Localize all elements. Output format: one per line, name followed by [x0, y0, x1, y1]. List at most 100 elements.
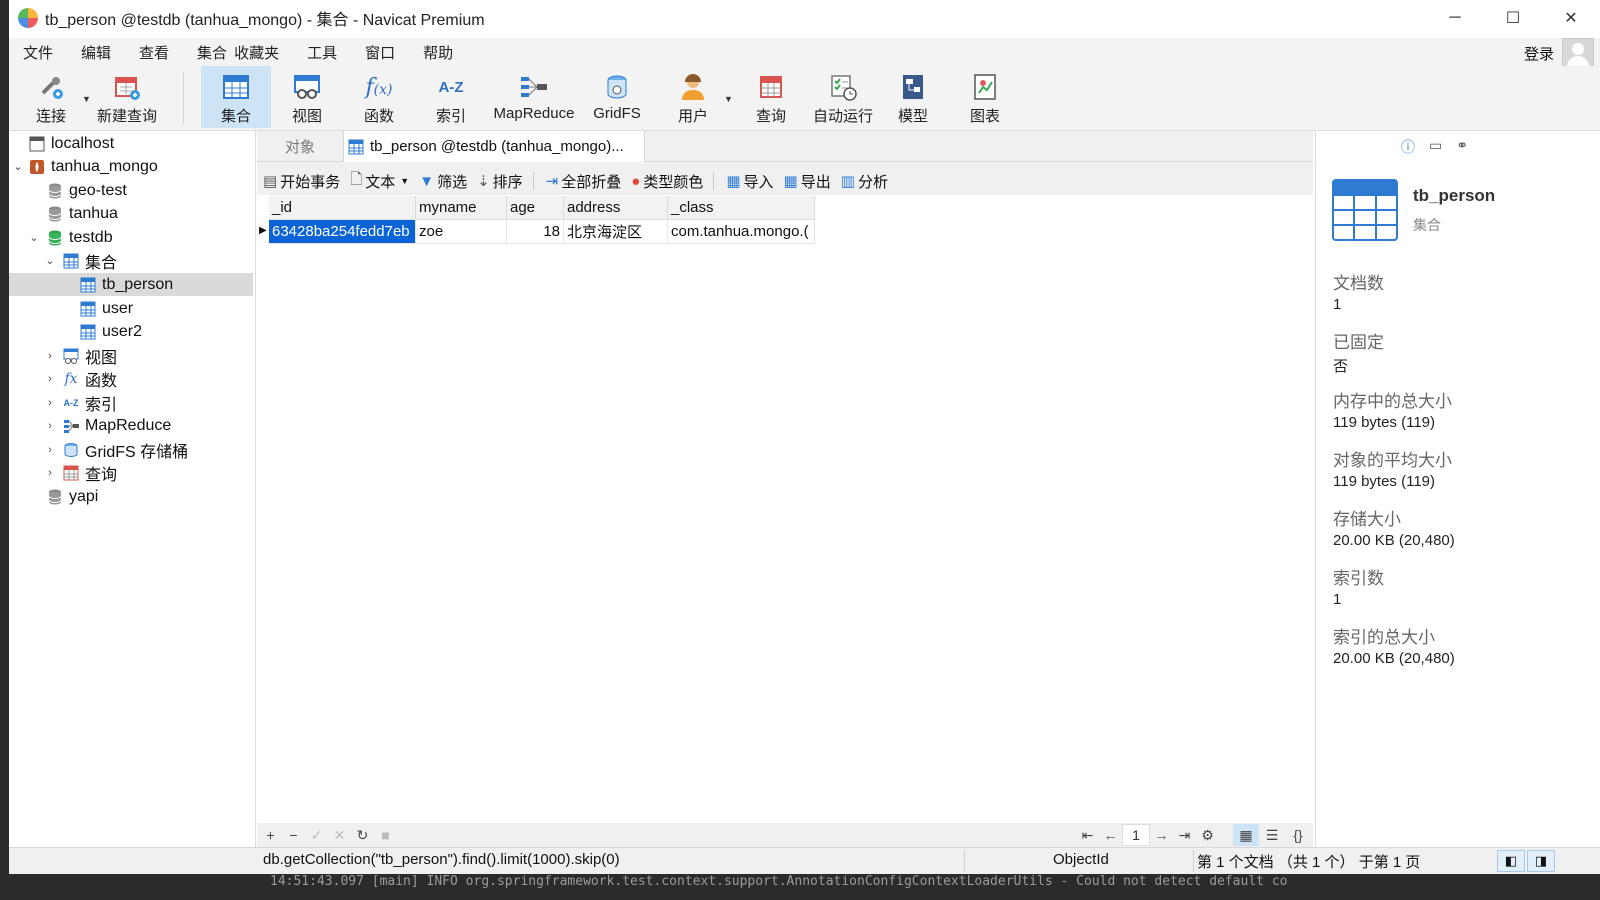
- toolbar-model-button[interactable]: 模型: [883, 66, 943, 128]
- column-header-myname[interactable]: myname: [415, 196, 507, 220]
- toolbar-collection-button[interactable]: 集合: [201, 66, 271, 128]
- cell-class[interactable]: com.tanhua.mongo.(: [667, 219, 815, 244]
- close-button[interactable]: ✕: [1542, 0, 1600, 36]
- grid-view-icon[interactable]: ▦: [1233, 824, 1259, 846]
- toolbar-label: 查询: [755, 108, 786, 125]
- toolbar-gridfs-button[interactable]: GridFS: [587, 66, 647, 128]
- tree-view-icon[interactable]: ☰: [1259, 827, 1285, 844]
- info-icon[interactable]: ⓘ: [1401, 137, 1415, 157]
- delete-record-icon[interactable]: −: [282, 827, 305, 843]
- login-link[interactable]: 登录: [1524, 43, 1554, 64]
- apply-changes-icon[interactable]: ✓: [305, 827, 328, 844]
- dependency-icon[interactable]: ⚭: [1456, 137, 1468, 157]
- expand-arrow-icon[interactable]: ›: [44, 467, 56, 479]
- tree-node-tb-person[interactable]: tb_person: [9, 273, 253, 296]
- column-header-age[interactable]: age: [506, 196, 564, 220]
- mongo-connection-icon: [29, 159, 45, 175]
- tree-node-user2[interactable]: user2: [80, 320, 253, 343]
- tab-tb-person[interactable]: tb_person @testdb (tanhua_mongo)...: [343, 131, 645, 162]
- minimize-button[interactable]: ─: [1426, 0, 1484, 36]
- column-header-address[interactable]: address: [563, 196, 668, 220]
- tree-node-testdb[interactable]: ⌄ testdb: [9, 226, 253, 249]
- menu-file[interactable]: 文件: [9, 42, 67, 63]
- expand-arrow-icon[interactable]: ›: [44, 350, 56, 362]
- tree-node-queries[interactable]: › 查询: [9, 461, 253, 484]
- toolbar-function-button[interactable]: f(x) 函数: [349, 66, 409, 128]
- filter-button[interactable]: ▼ 筛选: [419, 171, 467, 192]
- tab-objects[interactable]: 对象: [257, 131, 343, 161]
- menu-view[interactable]: 查看: [125, 42, 183, 63]
- refresh-icon[interactable]: ↻: [351, 827, 374, 844]
- tree-node-tanhua-mongo[interactable]: ⌄ tanhua_mongo: [9, 155, 253, 178]
- collection-large-icon: [1332, 179, 1398, 245]
- column-header-class[interactable]: _class: [667, 196, 815, 220]
- sort-button[interactable]: ⇣ 排序: [477, 171, 523, 192]
- collapse-arrow-icon[interactable]: ⌄: [12, 160, 24, 173]
- table-row[interactable]: 63428ba254fedd7eb zoe 18 北京海淀区 com.tanhu…: [269, 219, 815, 244]
- tree-node-mapreduce[interactable]: › MapReduce: [9, 414, 253, 437]
- settings-gear-icon[interactable]: ⚙: [1196, 827, 1219, 844]
- toolbar-automation-button[interactable]: 自动运行: [809, 66, 877, 128]
- add-record-icon[interactable]: +: [259, 827, 282, 843]
- menu-window[interactable]: 窗口: [351, 42, 409, 63]
- tree-node-tanhua[interactable]: tanhua: [47, 202, 253, 225]
- toolbar-index-button[interactable]: A-Z 索引: [421, 66, 481, 128]
- toolbar-mapreduce-button[interactable]: MapReduce: [489, 66, 579, 128]
- tree-node-user[interactable]: user: [80, 297, 253, 320]
- menu-tools[interactable]: 工具: [293, 42, 351, 63]
- tree-node-collections[interactable]: ⌄ 集合: [9, 249, 253, 272]
- expand-arrow-icon[interactable]: ›: [44, 444, 56, 456]
- cell-address[interactable]: 北京海淀区: [563, 219, 668, 244]
- expand-arrow-icon[interactable]: ›: [44, 420, 56, 432]
- menu-help[interactable]: 帮助: [409, 42, 467, 63]
- toolbar-connection-button[interactable]: 连接: [23, 66, 79, 128]
- menu-edit[interactable]: 编辑: [67, 42, 125, 63]
- color-icon: ●: [631, 172, 641, 190]
- maximize-button[interactable]: ☐: [1484, 0, 1542, 36]
- menu-collection[interactable]: 集合: [183, 42, 232, 63]
- menu-favorites[interactable]: 收藏夹: [232, 42, 293, 63]
- ddl-icon[interactable]: ▭: [1429, 137, 1442, 157]
- export-button[interactable]: ▦ 导出: [784, 171, 831, 192]
- cell-id[interactable]: 63428ba254fedd7eb: [269, 219, 416, 244]
- json-view-icon[interactable]: {}: [1285, 827, 1311, 843]
- cell-age[interactable]: 18: [506, 219, 564, 244]
- column-header-id[interactable]: _id: [269, 196, 416, 220]
- tree-node-gridfs[interactable]: › GridFS 存储桶: [9, 438, 253, 461]
- toolbar-new-query-button[interactable]: 新建查询: [95, 66, 159, 128]
- page-number-field[interactable]: 1: [1122, 824, 1150, 846]
- connection-dropdown-icon[interactable]: ▼: [82, 94, 91, 104]
- toolbar-user-button[interactable]: 用户: [665, 66, 721, 128]
- toolbar-chart-button[interactable]: 图表: [955, 66, 1015, 128]
- tree-node-geo-test[interactable]: geo-test: [47, 179, 253, 202]
- tree-node-yapi[interactable]: yapi: [47, 485, 253, 508]
- expand-arrow-icon[interactable]: ›: [44, 397, 56, 409]
- collapse-arrow-icon[interactable]: ⌄: [44, 254, 56, 267]
- type-color-button[interactable]: ● 类型颜色: [631, 171, 703, 192]
- info-label-document-count: 文档数: [1333, 274, 1384, 293]
- user-dropdown-icon[interactable]: ▼: [724, 94, 733, 104]
- discard-changes-icon[interactable]: ✕: [328, 827, 351, 844]
- toolbar-view-button[interactable]: 视图: [277, 66, 337, 128]
- cell-myname[interactable]: zoe: [415, 219, 507, 244]
- first-page-icon[interactable]: ⇤: [1076, 827, 1099, 844]
- previous-page-icon[interactable]: ←: [1099, 827, 1122, 843]
- begin-transaction-button[interactable]: ▤ 开始事务: [263, 171, 340, 192]
- toggle-left-panel-icon[interactable]: ◧: [1497, 850, 1525, 872]
- text-view-button[interactable]: 🗋 文本 ▼: [350, 169, 409, 194]
- analyze-button[interactable]: ▥ 分析: [841, 171, 888, 192]
- toolbar-query-button[interactable]: 查询: [743, 66, 799, 128]
- tree-node-functions[interactable]: › fx 函数: [9, 367, 253, 390]
- import-button[interactable]: ▦ 导入: [726, 171, 773, 192]
- collapse-arrow-icon[interactable]: ⌄: [28, 231, 40, 244]
- toolbar-label: 自动运行: [812, 108, 873, 125]
- toggle-right-panel-icon[interactable]: ◨: [1527, 850, 1555, 872]
- last-page-icon[interactable]: ⇥: [1173, 827, 1196, 844]
- tree-node-views[interactable]: › 视图: [9, 344, 253, 367]
- collapse-all-button[interactable]: ⇥ 全部折叠: [546, 171, 622, 192]
- stop-icon[interactable]: ■: [374, 827, 397, 843]
- next-page-icon[interactable]: →: [1150, 827, 1173, 843]
- tree-node-indexes[interactable]: › A-Z 索引: [9, 391, 253, 414]
- tree-node-localhost[interactable]: localhost: [29, 132, 253, 155]
- expand-arrow-icon[interactable]: ›: [44, 373, 56, 385]
